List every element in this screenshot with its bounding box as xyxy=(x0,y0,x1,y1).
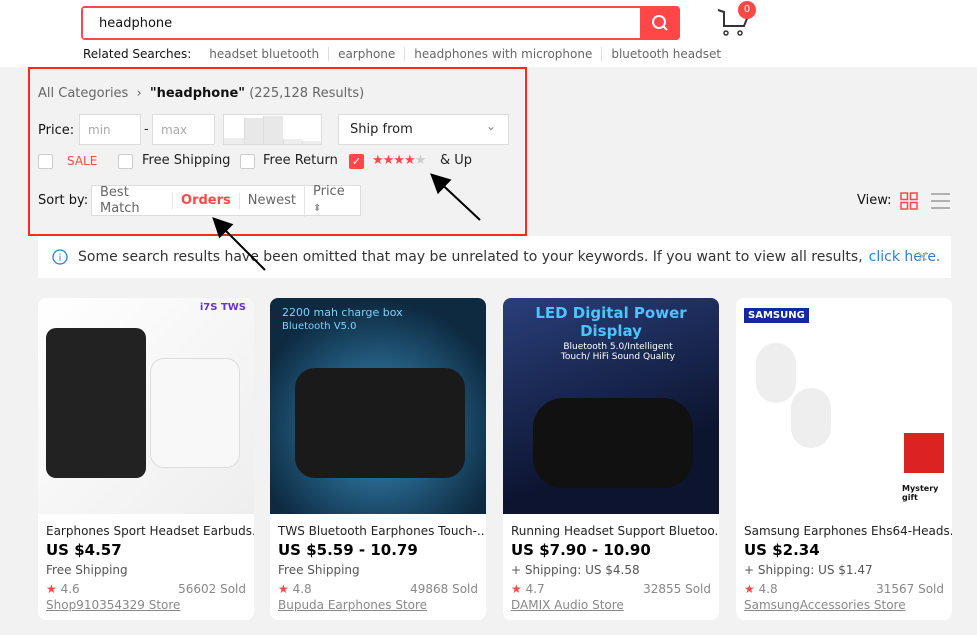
notice-text: Some search results have been omitted th… xyxy=(78,249,863,265)
rating-value: 4.6 xyxy=(60,582,80,596)
close-icon[interactable]: ✕ xyxy=(916,247,929,266)
store-link[interactable]: SamsungAccessories Store xyxy=(744,598,906,612)
store-link[interactable]: Shop910354329 Store xyxy=(46,598,180,612)
product-sold: 49868 Sold xyxy=(410,582,478,596)
rating-value: 4.8 xyxy=(758,582,778,596)
star-icon: ★ xyxy=(744,582,755,596)
svg-text:i: i xyxy=(59,253,62,264)
product-shipping: + Shipping: US $4.58 xyxy=(511,563,640,577)
search-button[interactable] xyxy=(640,6,680,40)
product-card[interactable]: 2200 mah charge box Bluetooth V5.0 TWS B… xyxy=(270,298,486,620)
store-link[interactable]: DAMIX Audio Store xyxy=(511,598,624,612)
related-link[interactable]: headset bluetooth xyxy=(200,47,328,61)
product-price: US $4.57 xyxy=(46,541,122,559)
product-shipping: Free Shipping xyxy=(46,563,128,577)
search-icon xyxy=(652,15,668,31)
rating-value: 4.8 xyxy=(292,582,312,596)
star-icon: ★ xyxy=(46,582,57,596)
grid-view-icon[interactable] xyxy=(900,192,918,210)
product-price: US $7.90 - 10.90 xyxy=(511,541,651,559)
star-icon: ★ xyxy=(278,582,289,596)
product-rating: ★ 4.7 xyxy=(511,582,545,596)
related-link[interactable]: headphones with microphone xyxy=(404,47,601,61)
store-link[interactable]: Bupuda Earphones Store xyxy=(278,598,427,612)
omitted-results-notice: i Some search results have been omitted … xyxy=(38,236,951,278)
product-sold: 56602 Sold xyxy=(178,582,246,596)
product-title: TWS Bluetooth Earphones Touch-... xyxy=(278,524,486,538)
product-price: US $2.34 xyxy=(744,541,820,559)
product-title: Earphones Sport Headset Earbuds... xyxy=(46,524,254,538)
product-image: SAMSUNG Mystery gift xyxy=(736,298,952,514)
rating-value: 4.7 xyxy=(525,582,545,596)
product-sold: 31567 Sold xyxy=(876,582,944,596)
product-rating: ★ 4.8 xyxy=(744,582,778,596)
related-link[interactable]: earphone xyxy=(328,47,404,61)
related-searches: Related Searches: headset bluetooth earp… xyxy=(83,47,730,61)
product-sold: 32855 Sold xyxy=(643,582,711,596)
search-input[interactable] xyxy=(83,8,633,38)
highlight-box xyxy=(28,67,527,236)
search-bar xyxy=(81,6,680,40)
related-label: Related Searches: xyxy=(83,47,192,61)
product-image: 2200 mah charge box Bluetooth V5.0 xyxy=(270,298,486,514)
product-image: LED Digital Power Display Bluetooth 5.0/… xyxy=(503,298,719,514)
product-card[interactable]: LED Digital Power Display Bluetooth 5.0/… xyxy=(503,298,719,620)
list-view-icon[interactable] xyxy=(931,192,950,210)
product-price: US $5.59 - 10.79 xyxy=(278,541,418,559)
star-icon: ★ xyxy=(511,582,522,596)
product-card[interactable]: i7S TWS Earphones Sport Headset Earbuds.… xyxy=(38,298,254,620)
product-image: i7S TWS xyxy=(38,298,254,514)
info-icon: i xyxy=(52,249,68,265)
product-title: Samsung Earphones Ehs64-Heads... xyxy=(744,524,952,538)
click-here-link[interactable]: click here. xyxy=(869,249,941,265)
product-shipping: + Shipping: US $1.47 xyxy=(744,563,873,577)
related-link[interactable]: bluetooth headset xyxy=(601,47,730,61)
view-label: View: xyxy=(857,193,892,208)
cart-button[interactable]: 0 xyxy=(716,1,756,38)
cart-count-badge: 0 xyxy=(738,1,756,19)
product-rating: ★ 4.6 xyxy=(46,582,80,596)
product-rating: ★ 4.8 xyxy=(278,582,312,596)
product-title: Running Headset Support Bluetoo... xyxy=(511,524,719,538)
product-card[interactable]: SAMSUNG Mystery gift Samsung Earphones E… xyxy=(736,298,952,620)
product-shipping: Free Shipping xyxy=(278,563,360,577)
